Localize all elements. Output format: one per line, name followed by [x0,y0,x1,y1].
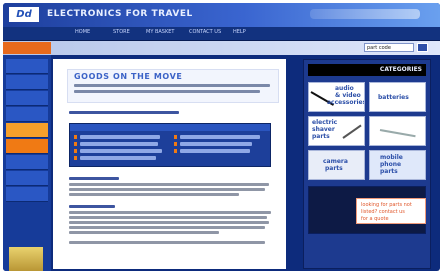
bullet-icon [74,156,77,160]
category-label: mobile [380,154,403,161]
links-panel [69,123,271,167]
nav-item-home[interactable]: HOME [75,29,90,35]
sidebar-item[interactable] [6,187,48,202]
category-label: & video [335,92,361,99]
bullet-icon [174,149,177,153]
paragraph-line [69,188,265,191]
promo-line: for a quote [361,216,389,222]
paragraph-line [69,231,219,234]
panel-link[interactable] [180,142,252,146]
category-label: parts [325,165,343,172]
category-panel-title: CATEGORIES [379,66,422,73]
category-label: electric [312,119,338,126]
category-tile-audio[interactable]: audio & video accessories [308,82,365,112]
paragraph-line [69,226,265,229]
site-logo[interactable]: Dd [9,7,39,22]
sidebar-item[interactable] [6,155,48,170]
sidebar-item-active[interactable] [6,139,48,154]
category-label: phone [380,161,402,168]
links-panel-header [70,124,270,131]
panel-link[interactable] [180,135,260,139]
category-tile-camera[interactable]: camera parts [308,150,365,180]
paragraph-heading [69,205,115,208]
paragraph-line [69,216,267,219]
bullet-icon [174,135,177,139]
intro-box: GOODS ON THE MOVE [67,69,279,103]
site-title: ELECTRONICS FOR TRAVEL [47,9,193,19]
nav-item-help[interactable]: HELP [233,29,246,35]
search-button[interactable] [417,43,428,52]
sidebar-item[interactable] [6,107,48,122]
category-tile-batteries[interactable]: batteries [369,82,426,112]
category-label: shaver [312,126,335,133]
sidebar-item[interactable] [6,123,48,138]
paragraph-heading [69,177,119,180]
bullet-icon [74,149,77,153]
category-tile-mobile[interactable]: mobile phone parts [369,150,426,180]
sidebar-thumbnail-image[interactable] [9,247,43,271]
panel-link[interactable] [180,149,250,153]
browser-screen: Dd ELECTRONICS FOR TRAVEL HOME STORE MY … [3,3,440,271]
shaver-icon [342,124,362,139]
paragraph-line [69,183,269,186]
panel-link[interactable] [80,156,156,160]
section-heading [69,111,179,114]
category-label: parts [312,133,330,140]
panel-link[interactable] [80,142,158,146]
intro-text-line [74,84,270,87]
paragraph-line [69,241,265,244]
category-label: parts [380,168,398,175]
promo-line: listed? contact us [361,209,405,215]
promo-line: looking for parts not [361,202,412,208]
category-tile-shaver[interactable]: electric shaver parts [308,116,365,146]
accessory-icon [379,129,416,138]
bullet-icon [74,142,77,146]
category-label: camera [323,158,348,165]
site-header: Dd ELECTRONICS FOR TRAVEL [3,3,440,27]
sidebar-item[interactable] [6,75,48,90]
page-title: GOODS ON THE MOVE [74,72,183,81]
header-banner [310,9,420,19]
nav-item-contact[interactable]: CONTACT US [189,29,221,35]
sidebar-item[interactable] [6,59,48,74]
paragraph-line [69,193,239,196]
paragraph-line [69,211,271,214]
bullet-icon [174,142,177,146]
nav-item-store[interactable]: STORE [113,29,130,35]
category-panel-header: CATEGORIES [308,64,426,76]
panel-link[interactable] [80,149,162,153]
top-nav: HOME STORE MY BASKET CONTACT US HELP [3,27,440,41]
sidebar-item[interactable] [6,91,48,106]
sub-bar: part code [3,41,440,55]
category-label: audio [335,85,354,92]
left-sidebar [3,55,51,271]
nav-item-basket[interactable]: MY BASKET [146,29,174,35]
category-tile-accessories[interactable] [369,116,426,146]
sidebar-item[interactable] [6,171,48,186]
bullet-icon [74,135,77,139]
category-label: accessories [327,99,365,106]
search-input[interactable]: part code [364,43,414,52]
category-label: batteries [378,94,409,101]
main-content: GOODS ON THE MOVE [53,59,286,269]
promo-box[interactable]: looking for parts not listed? contact us… [356,198,426,224]
intro-text-line [74,90,260,93]
paragraph-line [69,221,269,224]
panel-link[interactable] [80,135,160,139]
category-panel: CATEGORIES audio & video accessories bat… [303,59,431,269]
section-tab[interactable] [3,42,51,54]
